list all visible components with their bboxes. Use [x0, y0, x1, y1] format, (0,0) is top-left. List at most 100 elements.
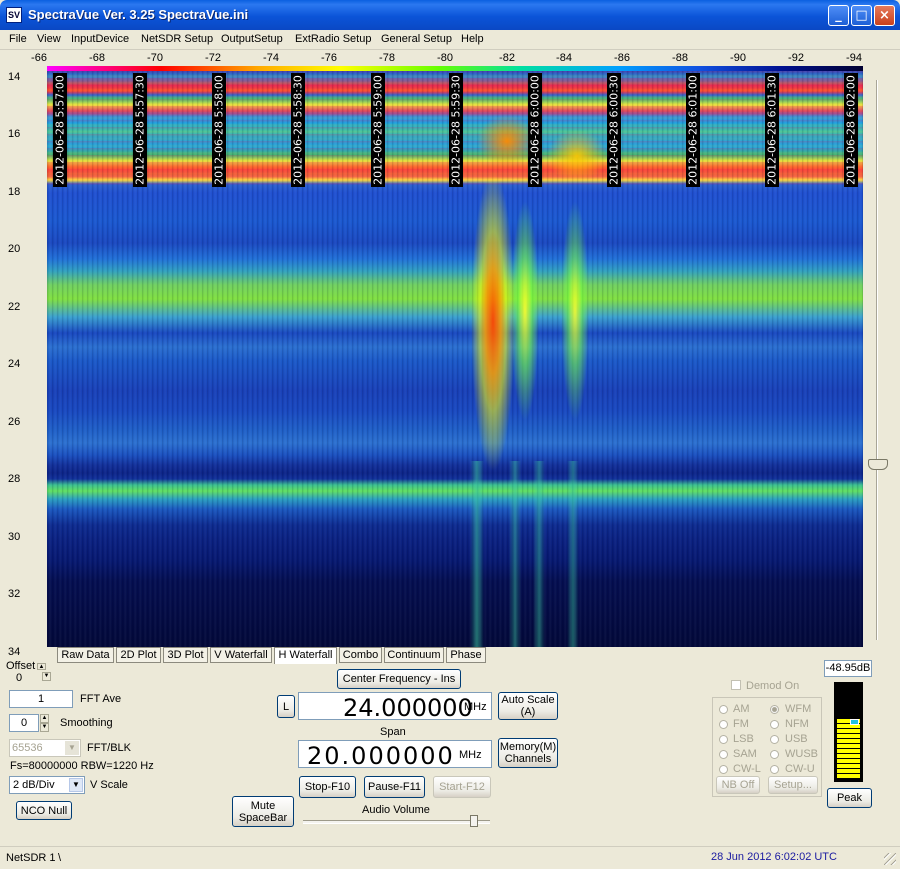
mode-am-radio[interactable]	[719, 705, 728, 714]
mode-wusb-label: WUSB	[785, 748, 818, 760]
tab-phase[interactable]: Phase	[446, 647, 486, 663]
vscale-label: V Scale	[90, 779, 128, 791]
tab-raw-data[interactable]: Raw Data	[57, 647, 114, 663]
top-axis-tick: -70	[147, 52, 163, 64]
tab-3d-plot[interactable]: 3D Plot	[163, 647, 208, 663]
mode-wfm-radio[interactable]	[770, 705, 779, 714]
tab-continuum[interactable]: Continuum	[384, 647, 444, 663]
mute-button[interactable]: Mute SpaceBar	[232, 796, 294, 827]
setup-button[interactable]: Setup...	[768, 776, 818, 794]
mode-wfm-label: WFM	[785, 703, 812, 715]
mode-cwu-radio[interactable]	[770, 765, 779, 774]
top-axis-tick: -86	[614, 52, 630, 64]
demod-checkbox[interactable]	[731, 680, 741, 690]
top-axis-tick: -84	[556, 52, 572, 64]
timestamp-label: 2012-06-28 5:59:00	[371, 73, 385, 187]
mode-fm-label: FM	[733, 718, 749, 730]
memory-channels-button[interactable]: Memory(M) Channels	[498, 738, 558, 768]
center-frequency-field[interactable]: 24.000000 MHz	[298, 692, 492, 722]
stop-button[interactable]: Stop-F10	[299, 776, 356, 798]
reference-level-slider-thumb[interactable]	[868, 459, 888, 470]
nco-null-button[interactable]: NCO Null	[16, 801, 72, 820]
tab-2d-plot[interactable]: 2D Plot	[116, 647, 161, 663]
minimize-button[interactable]: _	[828, 5, 849, 26]
timestamp-label: 2012-06-28 6:00:30	[607, 73, 621, 187]
menu-view[interactable]: View	[37, 33, 61, 45]
smoothing-down-arrow[interactable]: ▼	[40, 723, 49, 732]
mode-usb-radio[interactable]	[770, 735, 779, 744]
menu-outputsetup[interactable]: OutputSetup	[221, 33, 283, 45]
timestamp-label: 2012-06-28 6:01:30	[765, 73, 779, 187]
tab-combo[interactable]: Combo	[339, 647, 382, 663]
center-frequency-value: 24.000000	[343, 694, 473, 722]
tab-v-waterfall[interactable]: V Waterfall	[210, 647, 272, 663]
menu-help[interactable]: Help	[461, 33, 484, 45]
mode-wusb-radio[interactable]	[770, 750, 779, 759]
fft-blk-select[interactable]: 65536 ▼	[9, 739, 81, 757]
timestamp-label: 2012-06-28 5:59:30	[449, 73, 463, 187]
mode-nfm-label: NFM	[785, 718, 809, 730]
span-label: Span	[380, 726, 406, 738]
waterfall-display[interactable]: 2012-06-28 5:57:00 2012-06-28 5:57:30 20…	[47, 71, 863, 647]
left-axis-tick: 28	[8, 473, 21, 485]
demod-label: Demod On	[746, 680, 800, 692]
mode-lsb-label: LSB	[733, 733, 754, 745]
menu-general-setup[interactable]: General Setup	[381, 33, 452, 45]
start-button[interactable]: Start-F12	[433, 776, 491, 798]
nb-off-button[interactable]: NB Off	[716, 776, 760, 794]
span-field[interactable]: 20.000000 MHz	[298, 740, 492, 770]
audio-volume-slider[interactable]	[470, 815, 478, 827]
menu-file[interactable]: File	[9, 33, 27, 45]
smoothing-input[interactable]: 0	[9, 714, 39, 732]
menu-bar: File View InputDevice NetSDR Setup Outpu…	[0, 30, 900, 50]
center-frequency-button[interactable]: Center Frequency - Ins	[337, 669, 461, 689]
menu-extradio-setup[interactable]: ExtRadio Setup	[295, 33, 371, 45]
menu-netsdr-setup[interactable]: NetSDR Setup	[141, 33, 213, 45]
mode-cwl-radio[interactable]	[719, 765, 728, 774]
left-axis-tick: 32	[8, 588, 21, 600]
top-axis-tick: -80	[437, 52, 453, 64]
l-button[interactable]: L	[277, 695, 295, 718]
chevron-down-icon[interactable]: ▼	[69, 778, 83, 792]
offset-value: 0	[16, 672, 23, 684]
span-unit: MHz	[459, 749, 482, 761]
smoothing-up-arrow[interactable]: ▲	[40, 714, 49, 723]
mode-lsb-radio[interactable]	[719, 735, 728, 744]
menu-inputdevice[interactable]: InputDevice	[71, 33, 129, 45]
status-bar: NetSDR 1 \ 28 Jun 2012 6:02:02 UTC	[0, 846, 900, 869]
close-button[interactable]: ×	[874, 5, 895, 26]
offset-down-arrow[interactable]: ▼	[42, 672, 51, 681]
app-icon[interactable]: SV	[6, 7, 22, 23]
status-separator: \	[58, 852, 62, 864]
resize-grip-icon[interactable]	[884, 853, 896, 865]
mode-sam-radio[interactable]	[719, 750, 728, 759]
top-axis-tick: -74	[263, 52, 279, 64]
top-axis-tick: -72	[205, 52, 221, 64]
mode-fm-radio[interactable]	[719, 720, 728, 729]
top-axis-tick: -90	[730, 52, 746, 64]
timestamp-label: 2012-06-28 6:00:00	[528, 73, 542, 187]
vscale-select[interactable]: 2 dB/Div ▼	[9, 776, 85, 794]
tab-h-waterfall[interactable]: H Waterfall	[274, 647, 337, 664]
reference-level-slider-track	[876, 80, 878, 640]
offset-up-arrow[interactable]: ▲	[37, 663, 46, 670]
top-axis-tick: -92	[788, 52, 804, 64]
mode-nfm-radio[interactable]	[770, 720, 779, 729]
status-datetime: 28 Jun 2012 6:02:02 UTC	[711, 851, 837, 863]
mode-sam-label: SAM	[733, 748, 757, 760]
span-value: 20.000000	[307, 742, 455, 770]
maximize-button[interactable]: □	[851, 5, 872, 26]
left-axis-tick: 24	[8, 358, 21, 370]
timestamp-label: 2012-06-28 5:58:30	[291, 73, 305, 187]
auto-scale-button[interactable]: Auto Scale (A)	[498, 692, 558, 720]
center-frequency-unit: MHz	[464, 701, 487, 713]
fft-ave-input[interactable]: 1	[9, 690, 73, 708]
signal-meter-fill	[837, 719, 860, 779]
left-axis-tick: 14	[8, 71, 21, 83]
peak-button[interactable]: Peak	[827, 788, 872, 808]
top-axis-tick: -66	[31, 52, 47, 64]
left-axis-tick: 18	[8, 186, 21, 198]
left-axis-tick: 30	[8, 531, 21, 543]
pause-button[interactable]: Pause-F11	[364, 776, 425, 798]
chevron-down-icon[interactable]: ▼	[65, 741, 79, 755]
